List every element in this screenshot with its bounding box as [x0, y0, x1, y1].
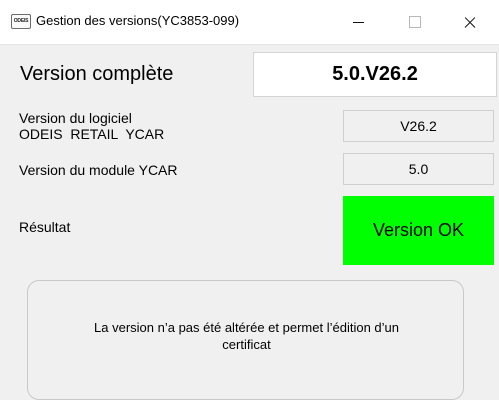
close-button[interactable]	[447, 0, 493, 44]
app-logo-icon: ODEIS	[11, 14, 31, 29]
full-version-label: Version complète	[20, 63, 174, 85]
maximize-icon	[409, 16, 421, 28]
software-version-value: V26.2	[343, 110, 494, 142]
module-version-value: 5.0	[343, 153, 494, 185]
result-label: Résultat	[19, 219, 71, 235]
minimize-icon	[352, 21, 364, 23]
message-panel: La version n’a pas été altérée et permet…	[27, 280, 464, 400]
title-bar[interactable]: ODEIS Gestion des versions(YC3853-099)	[0, 0, 499, 45]
software-version-label: Version du logiciel ODEIS RETAIL YCAR	[19, 110, 164, 142]
window-title: Gestion des versions(YC3853-099)	[36, 13, 240, 28]
close-icon	[463, 15, 477, 29]
full-version-value: 5.0.V26.2	[253, 52, 497, 97]
software-version-label-line2: ODEIS RETAIL YCAR	[19, 126, 165, 142]
maximize-button[interactable]	[392, 0, 438, 44]
module-version-label: Version du module YCAR	[19, 162, 178, 178]
result-status-badge: Version OK	[343, 196, 494, 265]
message-line2: certificat	[222, 337, 271, 352]
message-line1: La version n’a pas été altérée et permet…	[94, 320, 399, 335]
message-text: La version n’a pas été altérée et permet…	[28, 319, 465, 353]
minimize-button[interactable]	[335, 0, 381, 44]
software-version-label-line1: Version du logiciel	[19, 110, 132, 126]
